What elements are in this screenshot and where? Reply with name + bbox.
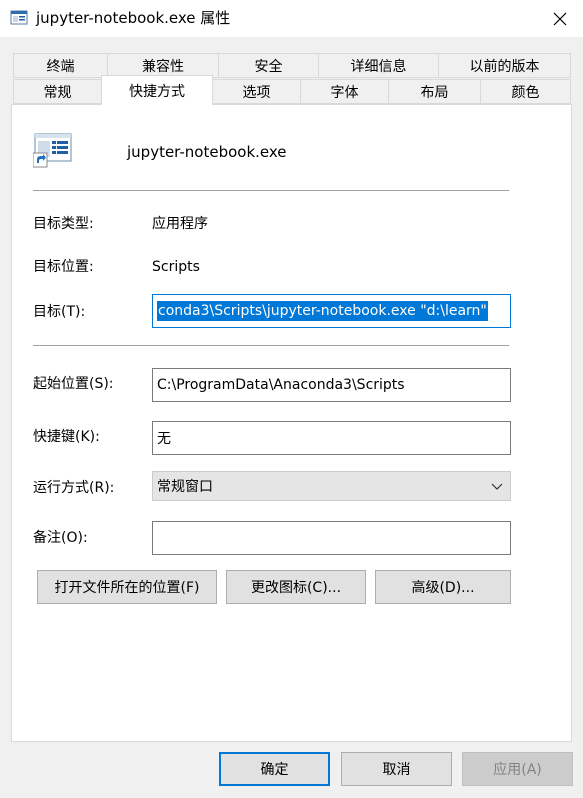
start-in-label: 起始位置(S): bbox=[33, 376, 114, 392]
ok-button[interactable]: 确定 bbox=[219, 752, 330, 786]
open-file-location-button[interactable]: 打开文件所在的位置(F) bbox=[37, 570, 217, 604]
comment-input[interactable] bbox=[152, 521, 511, 555]
tab-previous-versions[interactable]: 以前的版本 bbox=[438, 53, 571, 78]
separator-top bbox=[33, 190, 509, 191]
tab-security[interactable]: 安全 bbox=[218, 53, 319, 78]
start-in-input[interactable]: C:\ProgramData\Anaconda3\Scripts bbox=[152, 368, 511, 402]
tab-font[interactable]: 字体 bbox=[300, 79, 389, 104]
tab-shortcut[interactable]: 快捷方式 bbox=[101, 75, 213, 105]
shortcut-panel: jupyter-notebook.exe 目标类型: 应用程序 目标位置: Sc… bbox=[11, 104, 572, 742]
chevron-down-icon bbox=[491, 483, 503, 490]
application-shortcut-icon bbox=[33, 133, 72, 168]
tab-layout[interactable]: 布局 bbox=[388, 79, 481, 104]
target-location-value: Scripts bbox=[152, 259, 200, 275]
run-label: 运行方式(R): bbox=[33, 480, 115, 496]
cancel-button[interactable]: 取消 bbox=[341, 752, 452, 786]
target-location-label: 目标位置: bbox=[33, 259, 94, 275]
tab-options[interactable]: 选项 bbox=[212, 79, 301, 104]
tab-terminal[interactable]: 终端 bbox=[13, 53, 108, 78]
tab-colors[interactable]: 颜色 bbox=[480, 79, 571, 104]
target-type-value: 应用程序 bbox=[152, 216, 208, 232]
properties-dialog: jupyter-notebook.exe 属性 终端 兼容性 安全 详细信息 以… bbox=[0, 0, 583, 798]
tab-details[interactable]: 详细信息 bbox=[318, 53, 439, 78]
run-select[interactable]: 常规窗口 bbox=[152, 471, 511, 501]
close-button[interactable] bbox=[537, 0, 583, 37]
target-input[interactable]: conda3\Scripts\jupyter-notebook.exe "d:\… bbox=[152, 294, 511, 328]
close-icon bbox=[553, 12, 567, 25]
apply-button[interactable]: 应用(A) bbox=[462, 752, 573, 786]
title-bar: jupyter-notebook.exe 属性 bbox=[0, 0, 583, 37]
window-app-icon bbox=[10, 10, 28, 25]
hotkey-input[interactable]: 无 bbox=[152, 421, 511, 455]
shortcut-name: jupyter-notebook.exe bbox=[127, 143, 287, 161]
target-label: 目标(T): bbox=[33, 304, 86, 320]
comment-label: 备注(O): bbox=[33, 530, 88, 546]
separator-middle bbox=[33, 345, 509, 346]
advanced-button[interactable]: 高级(D)... bbox=[375, 570, 511, 604]
target-input-value: conda3\Scripts\jupyter-notebook.exe "d:\… bbox=[157, 301, 488, 321]
run-select-value: 常规窗口 bbox=[157, 479, 213, 495]
window-title: jupyter-notebook.exe 属性 bbox=[36, 9, 231, 27]
target-type-label: 目标类型: bbox=[33, 216, 94, 232]
change-icon-button[interactable]: 更改图标(C)... bbox=[226, 570, 366, 604]
tab-general[interactable]: 常规 bbox=[13, 79, 102, 104]
hotkey-label: 快捷键(K): bbox=[33, 429, 100, 445]
